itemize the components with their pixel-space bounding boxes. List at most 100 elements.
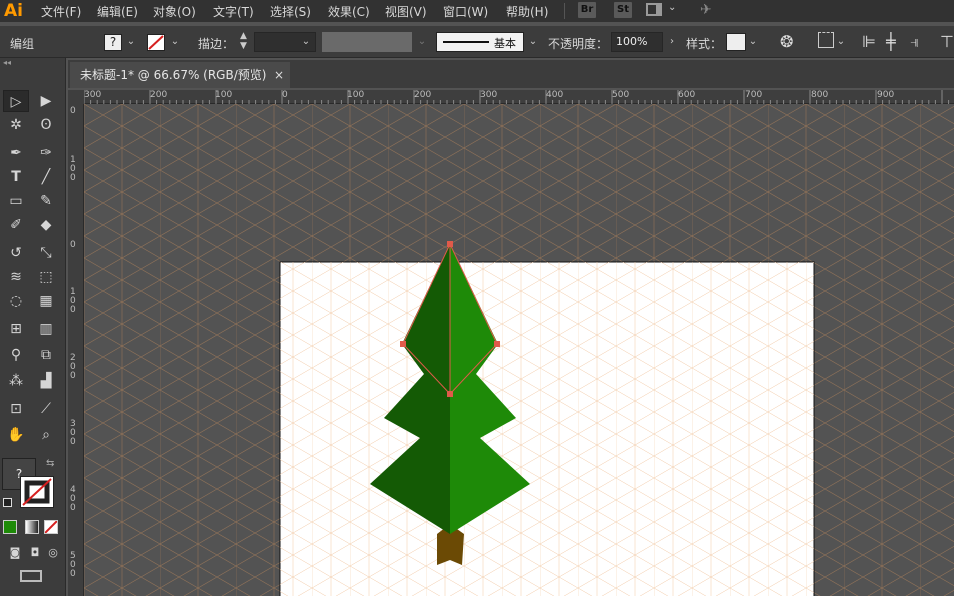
workspace-layout-icon[interactable] [646,3,662,16]
align-right-icon[interactable]: ⫣ [910,32,920,52]
ruler-label: 900 [877,90,895,100]
rotate-tool-icon[interactable]: ↺ [3,242,29,264]
line-segment-tool-icon[interactable]: ╱ [33,166,59,188]
none-mode-icon[interactable] [44,520,58,534]
type-tool-icon[interactable]: T [3,166,29,188]
ruler-label: 200 [150,90,168,100]
align-top-icon[interactable]: ⊤ [940,32,954,51]
align-left-icon[interactable]: ⊫ [862,32,876,51]
fill-dropdown-icon[interactable]: ⌄ [124,32,138,52]
perspective-grid-tool-icon[interactable]: ▦ [33,290,59,312]
mode-label: 编组 [10,37,35,51]
menu-effect[interactable]: 效果(C) [328,3,370,20]
control-bar: 编组 ? ⌄ ⌄ 描边： ▲ ▼ ⌄ ⌄ 基本 ⌄ 不透明度： 100% › 样式… [0,26,954,58]
zoom-tool-icon[interactable]: ⌕ [33,424,59,446]
align-center-icon[interactable]: ╪ [886,32,896,51]
align-to-dropdown-icon[interactable]: ⌄ [834,32,848,52]
shaper-tool-icon[interactable]: ✐ [3,214,29,236]
hand-tool-icon[interactable]: ✋ [3,424,29,446]
profile-dropdown-icon: ⌄ [417,36,427,47]
swap-fill-stroke-icon[interactable]: ⇆ [46,458,54,469]
opacity-label: 不透明度： [548,37,609,51]
collapse-panel-icon[interactable]: ◂◂ [0,58,66,68]
ruler-label: 500 [70,551,76,579]
stroke-weight-dropdown-icon[interactable]: ⌄ [299,32,313,52]
align-to-icon[interactable] [818,32,834,48]
rectangle-tool-icon[interactable]: ▭ [3,190,29,212]
anchor-point-bottom[interactable] [447,391,453,397]
pen-tool-icon[interactable]: ✒ [3,142,29,164]
curvature-tool-icon[interactable]: ✑ [33,142,59,164]
menu-file[interactable]: 文件(F) [41,3,81,20]
slice-tool-icon[interactable]: ⟋ [33,398,59,420]
horizontal-ruler[interactable]: 300 200 100 0 100 200 300 400 500 600 70… [84,90,954,104]
ruler-label: 100 [70,287,76,315]
opacity-expand-icon[interactable]: › [665,32,679,52]
anchor-point-top[interactable] [447,241,453,247]
stroke-swatch[interactable] [147,34,165,51]
lasso-tool-icon[interactable]: ʘ [33,114,59,136]
menu-view[interactable]: 视图(V) [385,3,427,20]
anchor-point-right[interactable] [494,341,500,347]
ruler-label: 400 [546,90,564,100]
graphic-style-swatch[interactable] [726,33,746,51]
anchor-point-left[interactable] [400,341,406,347]
width-tool-icon[interactable]: ≋ [3,266,29,288]
paintbrush-tool-icon[interactable]: ✎ [33,190,59,212]
direct-selection-tool-icon[interactable]: ▶ [33,90,59,112]
ruler-label: 300 [480,90,498,100]
free-transform-tool-icon[interactable]: ⬚ [33,266,59,288]
ruler-label: 200 [70,353,76,381]
scale-tool-icon[interactable]: ⤡ [33,242,59,264]
selection-tool-icon[interactable]: ▷ [3,90,29,112]
menu-edit[interactable]: 编辑(E) [97,3,138,20]
artboard-tool-icon[interactable]: ⊡ [3,398,29,420]
shape-builder-tool-icon[interactable]: ◌ [3,290,29,312]
recolor-artwork-icon[interactable]: ❂ [780,32,793,51]
gpu-rocket-icon[interactable]: ✈ [700,2,712,18]
chevron-down-icon[interactable]: ⌄ [668,2,676,13]
menu-object[interactable]: 对象(O) [153,3,196,20]
variable-width-profile[interactable] [322,32,412,52]
mesh-tool-icon[interactable]: ⊞ [3,318,29,340]
canvas[interactable] [84,104,954,596]
gradient-mode-icon[interactable] [25,520,39,534]
stroke-dropdown-icon[interactable]: ⌄ [168,32,182,52]
vertical-ruler[interactable]: 0 100 0 100 200 300 400 500 [68,104,84,596]
menu-window[interactable]: 窗口(W) [443,3,488,20]
document-tab-bar: 未标题-1* @ 66.67% (RGB/预览) × [68,60,954,88]
stroke-weight-stepper[interactable]: ▲ ▼ [240,31,247,51]
ruler-label: 200 [414,90,432,100]
blend-tool-icon[interactable]: ⧉ [33,344,59,366]
ruler-label: 100 [70,155,76,183]
symbol-sprayer-tool-icon[interactable]: ⁂ [3,370,29,392]
eraser-tool-icon[interactable]: ◆ [33,214,59,236]
document-tab[interactable]: 未标题-1* @ 66.67% (RGB/预览) × [70,62,290,88]
menu-help[interactable]: 帮助(H) [506,3,548,20]
style-dropdown-icon[interactable]: ⌄ [746,32,760,52]
ruler-label: 100 [215,90,233,100]
ruler-label: 0 [70,240,76,250]
magic-wand-tool-icon[interactable]: ✲ [3,114,29,136]
menu-type[interactable]: 文字(T) [213,3,254,20]
ruler-origin[interactable] [68,90,84,104]
screen-mode-icon[interactable] [20,570,42,582]
column-graph-tool-icon[interactable]: ▟ [33,370,59,392]
default-fill-stroke-icon[interactable] [3,498,12,507]
opacity-input[interactable]: 100% [611,32,663,52]
gradient-tool-icon[interactable]: ▥ [33,318,59,340]
stock-icon[interactable]: St [614,2,632,18]
ruler-label: 700 [745,90,763,100]
ruler-label: 300 [70,419,76,447]
eyedropper-tool-icon[interactable]: ⚲ [3,344,29,366]
brush-definition[interactable]: 基本 [436,32,524,52]
color-mode-icon[interactable] [3,520,17,534]
ruler-label: 0 [70,106,76,116]
stroke-box[interactable] [20,476,54,508]
bridge-icon[interactable]: Br [578,2,596,18]
fill-swatch[interactable]: ? [104,34,122,51]
close-tab-icon[interactable]: × [274,62,284,88]
menu-select[interactable]: 选择(S) [270,3,311,20]
brush-dropdown-icon[interactable]: ⌄ [526,32,540,52]
draw-inside-icon[interactable]: ◎ [40,542,66,564]
